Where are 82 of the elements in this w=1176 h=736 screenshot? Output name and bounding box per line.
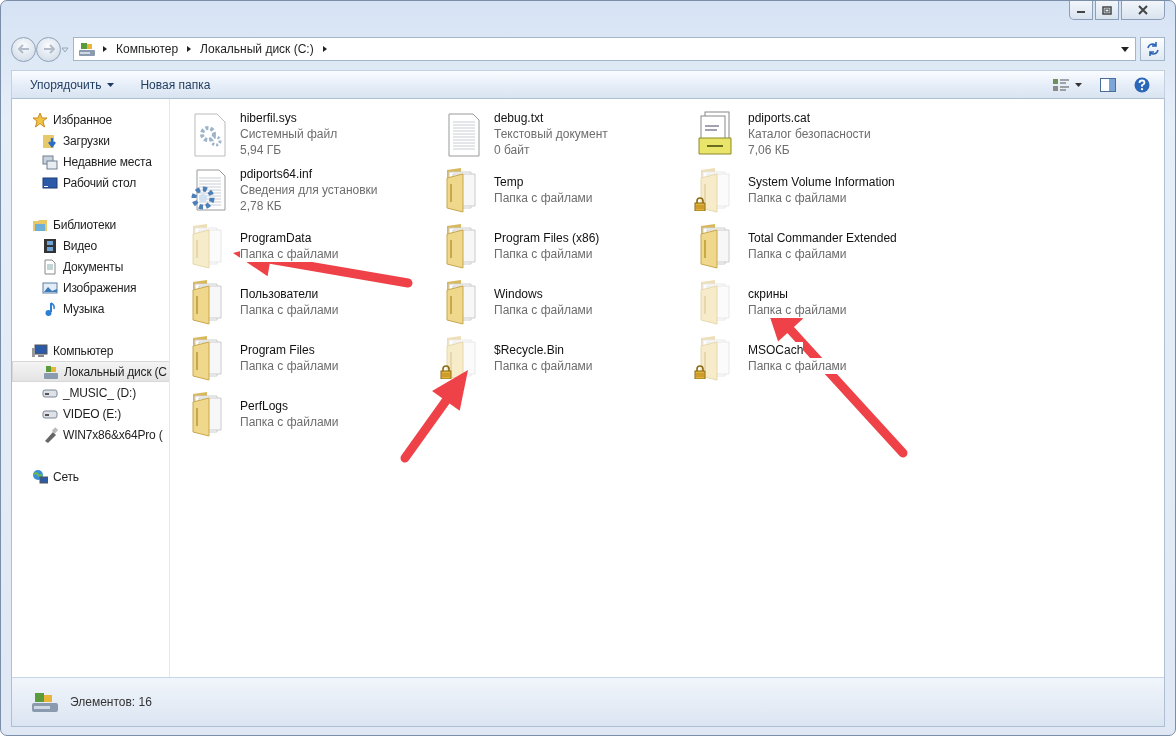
- maximize-button[interactable]: [1095, 1, 1119, 20]
- desktop-icon: [42, 174, 58, 191]
- file-detail: Папка с файлами: [748, 246, 847, 262]
- drive-icon: [43, 363, 59, 380]
- nav-item[interactable]: Библиотеки: [12, 214, 169, 235]
- chevron-icon: [102, 45, 108, 53]
- file-detail: Папка с файлами: [748, 358, 847, 374]
- close-icon: [1138, 5, 1148, 15]
- nav-item[interactable]: Недавние места: [12, 151, 169, 172]
- file-detail: Текстовый документ: [494, 126, 608, 142]
- nav-item[interactable]: Изображения: [12, 277, 169, 298]
- file-name[interactable]: hiberfil.sys: [240, 110, 297, 126]
- file-name[interactable]: PerfLogs: [240, 398, 289, 414]
- picture-icon: [42, 279, 58, 296]
- file-detail: Папка с файлами: [748, 190, 847, 206]
- file-detail: Сведения для установки: [240, 182, 378, 198]
- breadcrumb-link[interactable]: Локальный диск (C:): [198, 42, 316, 56]
- item-count: Элементов: 16: [70, 695, 152, 709]
- minimize-button[interactable]: [1069, 1, 1093, 20]
- caret-icon: [107, 82, 115, 87]
- new-folder-button[interactable]: Новая папка: [132, 74, 219, 95]
- chevron-icon: [321, 45, 328, 53]
- file-detail: Папка с файлами: [240, 358, 339, 374]
- network-icon: [32, 468, 48, 485]
- downloads-folder-icon: [42, 132, 58, 149]
- file-detail: Папка с файлами: [748, 302, 847, 318]
- file-name[interactable]: ProgramData: [240, 230, 312, 246]
- file-name[interactable]: pdiports64.inf: [240, 166, 313, 182]
- close-button[interactable]: [1121, 1, 1165, 20]
- file-detail: 7,06 КБ: [748, 142, 790, 158]
- address-field[interactable]: Компьютер Локальный диск (C:): [73, 37, 1136, 61]
- document-icon: [42, 258, 58, 275]
- usb-stick-icon: [42, 426, 58, 443]
- organize-menu[interactable]: Упорядочить: [22, 74, 123, 95]
- file-name[interactable]: debug.txt: [494, 110, 544, 126]
- computer-icon: [32, 342, 48, 359]
- recent-places-icon: [42, 153, 58, 170]
- history-caret-icon: [61, 47, 69, 53]
- file-detail: Папка с файлами: [494, 302, 593, 318]
- drive-icon: [30, 690, 60, 714]
- preview-pane-icon: [1100, 77, 1116, 92]
- nav-item[interactable]: Избранное: [12, 109, 169, 130]
- nav-item[interactable]: Документы: [12, 256, 169, 277]
- file-name[interactable]: System Volume Information: [748, 174, 895, 190]
- file-detail: Папка с файлами: [240, 246, 339, 262]
- refresh-button[interactable]: [1140, 37, 1165, 61]
- breadcrumb-link[interactable]: Компьютер: [114, 42, 181, 56]
- file-detail: Папка с файлами: [240, 414, 339, 430]
- drive-icon: [78, 41, 96, 57]
- file-detail: 2,78 КБ: [240, 198, 282, 214]
- caret-icon: [1075, 82, 1082, 87]
- file-detail: Папка с файлами: [240, 302, 339, 318]
- nav-item[interactable]: Музыка: [12, 298, 169, 319]
- file-detail: Папка с файлами: [494, 358, 593, 374]
- nav-item[interactable]: Рабочий стол: [12, 172, 169, 193]
- file-detail: Папка с файлами: [494, 190, 593, 206]
- nav-item[interactable]: Загрузки: [12, 130, 169, 151]
- file-name[interactable]: Program Files (x86): [494, 230, 600, 246]
- file-detail: Системный файл: [240, 126, 338, 142]
- file-name[interactable]: Program Files: [240, 342, 315, 358]
- dropdown-caret-icon: [1121, 46, 1129, 52]
- refresh-icon: [1145, 42, 1160, 56]
- film-strip-icon: [42, 237, 58, 254]
- restore-icon: [1102, 5, 1112, 15]
- nav-item[interactable]: WIN7x86&x64Pro (: [12, 424, 169, 445]
- back-arrow-icon: [17, 44, 30, 54]
- nav-item[interactable]: Сеть: [12, 466, 169, 487]
- forward-arrow-icon: [42, 44, 55, 54]
- file-name[interactable]: Temp: [494, 174, 524, 190]
- chevron-icon: [186, 45, 193, 53]
- nav-item[interactable]: VIDEO (E:): [12, 403, 169, 424]
- nav-item[interactable]: Видео: [12, 235, 169, 256]
- file-detail: Папка с файлами: [494, 246, 593, 262]
- nav-item[interactable]: Компьютер: [12, 340, 169, 361]
- view-list-icon: [1052, 77, 1070, 92]
- file-name[interactable]: pdiports.cat: [748, 110, 811, 126]
- nav-item[interactable]: Локальный диск (C: [12, 361, 169, 382]
- file-name[interactable]: $Recycle.Bin: [494, 342, 565, 358]
- help-icon: [1134, 76, 1150, 93]
- star-icon: [32, 111, 48, 128]
- nav-item[interactable]: _MUSIC_ (D:): [12, 382, 169, 403]
- file-detail: 5,94 ГБ: [240, 142, 282, 158]
